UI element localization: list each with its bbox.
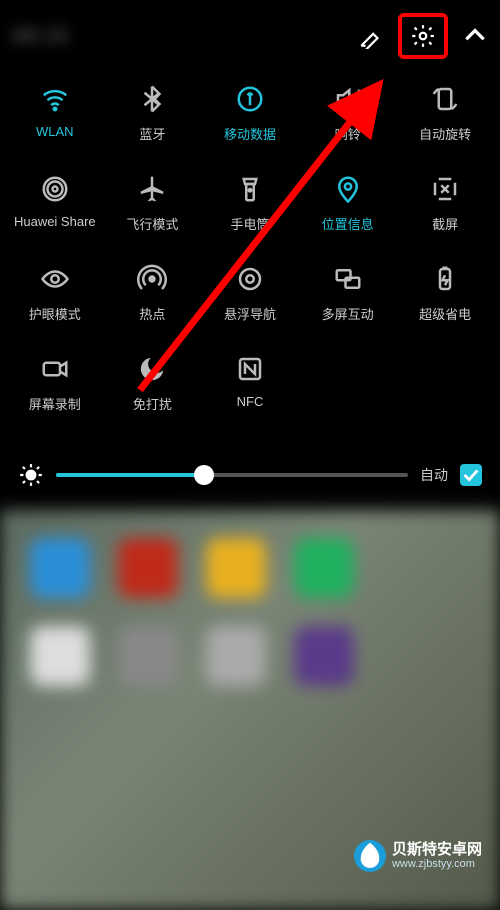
edit-icon[interactable] (358, 23, 384, 49)
tile-label: 飞行模式 (126, 214, 178, 233)
tile-multi-screen[interactable]: 多屏互动 (299, 264, 397, 354)
flashlight-icon (235, 174, 265, 204)
auto-rotate-icon (430, 84, 460, 114)
tile-sound[interactable]: 响铃 (299, 84, 397, 174)
chevron-up-icon[interactable] (462, 23, 488, 49)
tile-label: 悬浮导航 (224, 304, 276, 323)
tile-label: 移动数据 (224, 124, 276, 143)
auto-brightness-checkbox[interactable] (460, 464, 482, 486)
tile-label: NFC (237, 394, 264, 409)
float-nav-icon (235, 264, 265, 294)
tile-label: 响铃 (335, 124, 361, 143)
tile-hotspot[interactable]: 热点 (104, 264, 202, 354)
tile-flashlight[interactable]: 手电筒 (201, 174, 299, 264)
watermark: 贝斯特安卓网 www.zjbstyy.com (346, 836, 490, 876)
multi-screen-icon (333, 264, 363, 294)
tile-label: Huawei Share (14, 214, 96, 229)
tile-huawei-share[interactable]: Huawei Share (6, 174, 104, 264)
location-icon (333, 174, 363, 204)
tile-label: 屏幕录制 (29, 394, 81, 413)
huawei-share-icon (40, 174, 70, 204)
eye-comfort-icon (40, 264, 70, 294)
tile-eye-comfort[interactable]: 护眼模式 (6, 264, 104, 354)
tile-nfc[interactable]: NFC (201, 354, 299, 444)
tile-location[interactable]: 位置信息 (299, 174, 397, 264)
watermark-name: 贝斯特安卓网 (392, 842, 482, 859)
screen-record-icon (40, 354, 70, 384)
brightness-icon (18, 462, 44, 488)
screenshot-icon (430, 174, 460, 204)
tile-wlan[interactable]: WLAN (6, 84, 104, 174)
tile-label: 热点 (139, 304, 165, 323)
settings-button-highlight (398, 13, 448, 59)
tile-label: 免打扰 (133, 394, 172, 413)
tile-auto-rotate[interactable]: 自动旋转 (396, 84, 494, 174)
dnd-icon (137, 354, 167, 384)
brightness-row: 自动 (0, 452, 500, 510)
tile-label: 超级省电 (419, 304, 471, 323)
tile-label: 截屏 (432, 214, 458, 233)
tile-label: 自动旋转 (419, 124, 471, 143)
brightness-slider[interactable] (56, 473, 408, 477)
tile-float-nav[interactable]: 悬浮导航 (201, 264, 299, 354)
watermark-logo-icon (354, 840, 386, 872)
auto-brightness-label: 自动 (420, 465, 448, 485)
tile-bluetooth[interactable]: 蓝牙 (104, 84, 202, 174)
power-save-icon (430, 264, 460, 294)
hotspot-icon (137, 264, 167, 294)
tile-label: 护眼模式 (29, 304, 81, 323)
tile-screenshot[interactable]: 截屏 (396, 174, 494, 264)
tile-label: 位置信息 (322, 214, 374, 233)
mobile-data-icon (235, 84, 265, 114)
quick-settings-grid: WLAN 蓝牙 移动数据 响铃 自动旋转 Huawei Share 飞行模式 手电筒 位置信息 截… (0, 64, 500, 452)
tile-screen-record[interactable]: 屏幕录制 (6, 354, 104, 444)
gear-icon[interactable] (410, 23, 436, 49)
tile-label: 蓝牙 (139, 124, 165, 143)
tile-mobile-data[interactable]: 移动数据 (201, 84, 299, 174)
tile-power-save[interactable]: 超级省电 (396, 264, 494, 354)
wlan-icon (40, 84, 70, 114)
tile-label: 多屏互动 (322, 304, 374, 323)
watermark-url: www.zjbstyy.com (392, 858, 482, 870)
notification-header: 08:15 (0, 8, 500, 64)
bluetooth-icon (137, 84, 167, 114)
tile-label: WLAN (36, 124, 74, 139)
airplane-icon (137, 174, 167, 204)
tile-dnd[interactable]: 免打扰 (104, 354, 202, 444)
nfc-icon (235, 354, 265, 384)
header-blurred-info: 08:15 (12, 23, 358, 49)
tile-airplane[interactable]: 飞行模式 (104, 174, 202, 264)
sound-icon (333, 84, 363, 114)
tile-label: 手电筒 (230, 214, 269, 233)
